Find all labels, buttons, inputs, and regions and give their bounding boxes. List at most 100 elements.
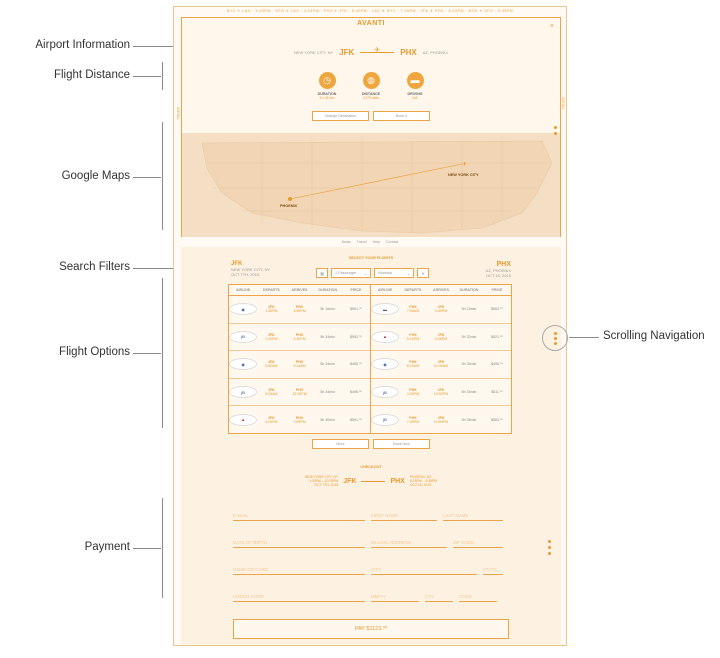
arrives-cell: JFK 10:50PM (427, 406, 455, 433)
flight-row[interactable]: ▲ JFK 4:20PM PHX 7:09PM 5h 40min $561.⁰⁰ (229, 406, 370, 433)
col-duration: DURATION (318, 288, 338, 292)
price-cell: $521.⁰⁰ (491, 334, 503, 339)
side-caption: SCROLL (561, 97, 565, 110)
link-contact[interactable]: Contact (386, 240, 398, 244)
change-destination-button[interactable]: Change Destination (312, 111, 369, 121)
origin-code: JFK (339, 48, 355, 57)
arrives-time: 3:40PM (293, 336, 306, 341)
flight-row[interactable]: ◉ JFK 1:30PM PHX 3:40PM 5h 16min $561.⁰⁰ (229, 296, 370, 324)
more-button[interactable]: More (312, 439, 369, 449)
flight-row[interactable]: jB JFK 9:04AM PHX 12:33PM 5h 34min $496.⁰⁰ (229, 379, 370, 407)
payment-scroll-dots[interactable] (548, 540, 551, 555)
last-name-field[interactable]: LAST NAME (443, 507, 503, 521)
united-logo-icon: ◉ (371, 358, 399, 371)
expiry-field[interactable]: MM/YY (371, 588, 419, 602)
delta-logo-icon: ▲ (229, 413, 258, 426)
clock-icon: ◷ (318, 72, 336, 89)
google-map[interactable]: ✈ NEW YORK CITY PHOENIX (182, 133, 560, 237)
flight-row[interactable]: ◉ PHX 8:25AM JFK 10:49AM 5h 34min $496.⁰⁰ (371, 351, 511, 379)
link-help[interactable]: Help (373, 240, 380, 244)
departs-time: 7:40PM (406, 419, 420, 424)
annotation-line (569, 337, 599, 338)
pay-button[interactable]: PAY $1123.⁰⁰ (233, 619, 509, 639)
annotation-scrolling-navigation: Scrolling Navigation (603, 330, 705, 342)
delta-logo-icon: ▲ (371, 330, 399, 343)
col-departs: DEPARTS (404, 288, 422, 292)
passenger-select[interactable]: 1 Passenger ⌄ (331, 268, 371, 278)
flight-row[interactable]: ◉ JFK 6:00AM PHX 9:14AM 5h 34min $485.⁰⁰ (229, 351, 370, 379)
phoenix-marker (288, 197, 292, 201)
link-travel[interactable]: Travel (357, 240, 367, 244)
billing-address-field[interactable]: BILLING ADDRESS (371, 534, 447, 548)
zip-field[interactable]: ZIP CODE (453, 534, 503, 548)
inbound-flights: AIRLINE DEPARTS ARRIVES DURATION PRICE ▬… (370, 285, 511, 433)
duration-cell: 5h 15min (461, 307, 477, 312)
trip-type-select[interactable]: Nonstop ⌄ (374, 268, 414, 278)
duration-cell: 5h 40min (320, 417, 336, 422)
code-field[interactable]: CODE (459, 588, 497, 602)
departs-cell: PHX 5:16PM (399, 324, 427, 351)
flight-row[interactable]: jB PHX 7:40PM JFK 10:50PM 5h 35min $563.⁰⁰ (371, 406, 511, 433)
airline-cell: ▬ (371, 296, 399, 323)
departs-cell: JFK 4:20PM (257, 406, 285, 433)
jetblue-logo-icon: jB (371, 386, 399, 399)
book-it-button[interactable]: Book it (373, 111, 430, 121)
flight-row[interactable]: ▬ PHX 7:05AM JFK 3:40PM 5h 15min $563.⁰⁰ (371, 296, 511, 324)
departs-time: 7:05AM (406, 309, 420, 314)
website-mockup: NYC ✈ LAX · 3:30PM · SFO ✈ LAX · 4:15PM … (173, 6, 567, 646)
flight-row[interactable]: ▲ PHX 5:16PM JFK 6:38PM 5h 32min $521.⁰⁰ (371, 324, 511, 352)
annotation-search-filters: Search Filters (59, 261, 130, 273)
destination-code: PHX (496, 261, 511, 268)
scrolling-navigation-dots[interactable] (542, 325, 568, 351)
departs-cell: PHX 7:40PM (399, 406, 427, 433)
state-field[interactable]: STATE (483, 561, 503, 575)
duration-cell: 5h 35min (461, 417, 477, 422)
email-field[interactable]: E-MAIL (233, 507, 365, 521)
side-scroll-dots[interactable] (554, 126, 557, 135)
wifi-filter-icon[interactable]: ≋ (417, 268, 429, 278)
first-name-field[interactable]: FIRST NAME (371, 507, 437, 521)
arrives-cell: JFK 10:49AM (427, 351, 455, 378)
chevron-down-icon: ⌄ (406, 271, 410, 276)
departs-cell: JFK 1:30PM (257, 296, 285, 323)
us-map-illustration: ✈ (201, 140, 553, 234)
chevron-down-icon: ⌄ (363, 271, 367, 276)
outbound-flights: AIRLINE DEPARTS ARRIVES DURATION PRICE ◉… (229, 285, 370, 433)
stat-duration: ◷ DURATION 5 h 45 min (312, 72, 342, 100)
duration-cell: 5h 34min (461, 390, 477, 395)
price-cell: $511.⁰⁰ (491, 390, 503, 395)
flight-stats: ◷ DURATION 5 h 45 min ◍ DISTANCE 2,075 m… (182, 72, 560, 100)
cvv-field[interactable]: CVV (425, 588, 453, 602)
departs-cell: PHX 4:30PM (399, 379, 427, 406)
price-cell: $561.⁰⁰ (349, 417, 362, 422)
book-now-button[interactable]: Book Now (373, 439, 430, 449)
payment-row: NAME ON CARD CITY STATE (233, 561, 509, 575)
calendar-icon[interactable]: ▦ (316, 268, 328, 278)
duration-cell: 5h 34min (320, 362, 336, 367)
card-name-field[interactable]: NAME ON CARD (233, 561, 365, 575)
stat-driving: ▬ DRIVING N/A (400, 72, 430, 100)
annotation-airport-information: Airport Information (35, 39, 130, 51)
airline-cell: ▲ (229, 406, 258, 433)
link-deals[interactable]: Deals (342, 240, 351, 244)
close-icon[interactable]: × (550, 23, 554, 30)
arrives-cell: JFK 6:38PM (427, 324, 455, 351)
table-actions: More Book Now (181, 439, 561, 449)
route-line-icon (361, 480, 386, 482)
select-heading: SELECT YOUR FLIGHTS (348, 256, 394, 260)
destination-code: PHX (400, 48, 417, 57)
birth-field[interactable]: DATE OF BIRTH (233, 534, 365, 548)
annotation-flight-options: Flight Options (59, 346, 130, 358)
airline-cell: jB (371, 406, 399, 433)
col-price: PRICE (350, 288, 362, 292)
select-origin: JFK NEW YORK CITY, NY OCT 7TH, 2015 (231, 261, 270, 277)
brand-logo[interactable]: AVANTI (182, 20, 560, 27)
checkout-origin-date: OCT 7TH, 2015 (314, 483, 339, 487)
payment-row: E-MAIL FIRST NAME LAST NAME (233, 507, 509, 521)
departs-time: 4:20PM (265, 419, 278, 424)
flight-row[interactable]: jB JFK 1:20PM PHX 3:40PM 5h 34min $592.⁰⁰ (229, 324, 370, 352)
credit-card-field[interactable]: CREDIT CARD (233, 588, 365, 602)
flight-row[interactable]: jB PHX 4:30PM JFK 10:52PM 5h 34min $511.⁰⁰ (371, 379, 511, 407)
duration-cell: 5h 32min (461, 334, 477, 339)
city-field[interactable]: CITY (371, 561, 477, 575)
